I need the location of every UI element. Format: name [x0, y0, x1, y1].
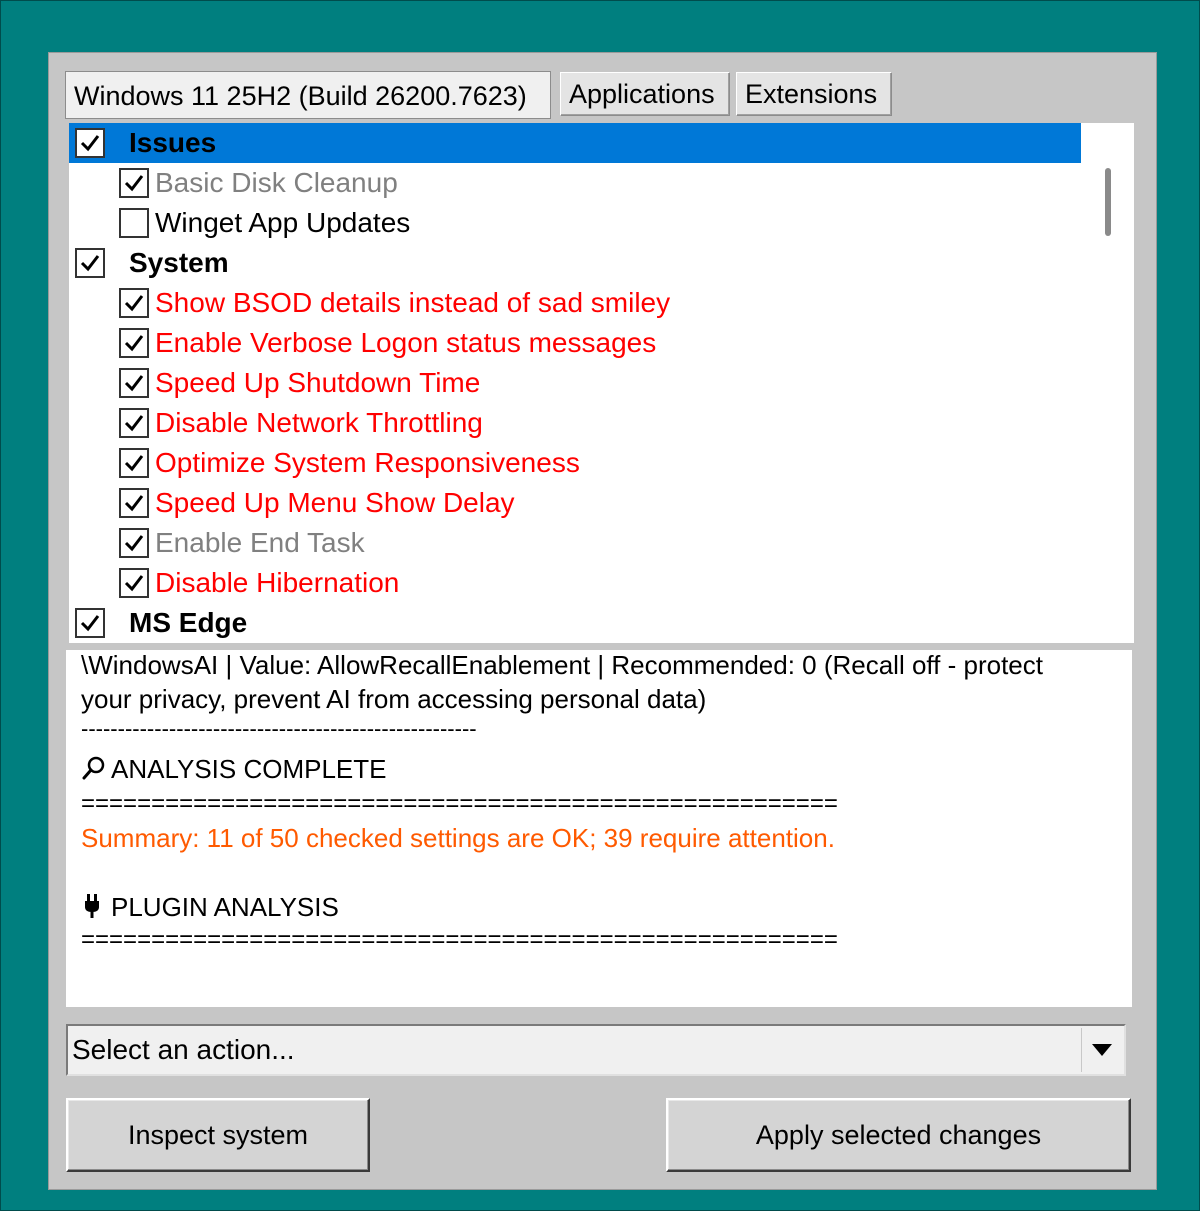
apply-changes-button[interactable]: Apply selected changes [666, 1098, 1131, 1172]
summary-line: Summary: 11 of 50 checked settings are O… [81, 823, 835, 853]
tree-item[interactable]: Speed Up Menu Show Delay [69, 483, 1081, 523]
checkbox[interactable] [75, 608, 105, 638]
log-line: \WindowsAI | Value: AllowRecallEnablemen… [81, 650, 1043, 680]
tree-item-label: Speed Up Shutdown Time [155, 367, 481, 398]
analysis-log: \WindowsAI | Value: AllowRecallEnablemen… [66, 650, 1132, 1007]
log-line: your privacy, prevent AI from accessing … [81, 684, 707, 714]
checkbox[interactable] [75, 128, 105, 158]
tree-item[interactable]: Optimize System Responsiveness [69, 443, 1081, 483]
checkbox[interactable] [119, 168, 149, 198]
tree-item[interactable]: Basic Disk Cleanup [69, 163, 1081, 203]
log-separator: ========================================… [81, 926, 838, 953]
tree-item[interactable]: Disable Network Throttling [69, 403, 1081, 443]
tree-item-label: Disable Hibernation [155, 567, 400, 598]
inspect-system-button[interactable]: Inspect system [66, 1098, 370, 1172]
magnifier-icon [81, 755, 111, 788]
checkbox[interactable] [75, 248, 105, 278]
checkbox[interactable] [119, 528, 149, 558]
checkbox[interactable] [119, 568, 149, 598]
tree-scrollbar[interactable] [1084, 123, 1134, 643]
tree-item[interactable]: Winget App Updates [69, 203, 1081, 243]
action-select-value: Select an action... [72, 1034, 295, 1065]
scrollbar-thumb[interactable] [1105, 168, 1111, 236]
tree-item[interactable]: Disable Hibernation [69, 563, 1081, 603]
log-separator: ========================================… [81, 790, 838, 817]
plugin-heading: PLUGIN ANALYSIS [81, 892, 339, 926]
tree-item-label: Speed Up Menu Show Delay [155, 487, 515, 518]
checkbox[interactable] [119, 208, 149, 238]
settings-tree[interactable]: Issues Basic Disk Cleanup Winget App Updat… [69, 123, 1134, 643]
log-separator: ----------------------------------------… [81, 716, 477, 741]
analysis-heading: ANALYSIS COMPLETE [81, 754, 387, 788]
tree-item[interactable]: Enable End Task [69, 523, 1081, 563]
tab-windows[interactable]: Windows 11 25H2 (Build 26200.7623) [65, 71, 551, 119]
tree-group[interactable]: Issues [69, 123, 1081, 163]
checkbox[interactable] [119, 488, 149, 518]
checkbox[interactable] [119, 368, 149, 398]
checkbox[interactable] [119, 288, 149, 318]
checkbox[interactable] [119, 408, 149, 438]
tree-item-label: Enable Verbose Logon status messages [155, 327, 657, 358]
tree-item[interactable]: Enable Verbose Logon status messages [69, 323, 1081, 363]
checkbox[interactable] [119, 328, 149, 358]
tree-item-label: MS Edge [129, 607, 248, 638]
tree-group[interactable]: MS Edge [69, 603, 1081, 643]
plug-icon [81, 893, 111, 926]
plugin-title: PLUGIN ANALYSIS [111, 892, 339, 922]
tree-group[interactable]: System [69, 243, 1081, 283]
tree-item-label: Optimize System Responsiveness [155, 447, 580, 478]
tree-item[interactable]: Show BSOD details instead of sad smiley [69, 283, 1081, 323]
tree-item-label: System [129, 247, 229, 278]
tree-item-label: Issues [129, 127, 217, 158]
tree-item[interactable]: Speed Up Shutdown Time [69, 363, 1081, 403]
tree-item-label: Disable Network Throttling [155, 407, 483, 438]
tree-item-label: Winget App Updates [155, 207, 411, 238]
checkbox[interactable] [119, 448, 149, 478]
tab-applications[interactable]: Applications [560, 72, 730, 116]
tab-extensions[interactable]: Extensions [736, 72, 892, 116]
tree-item-label: Enable End Task [155, 527, 365, 558]
chevron-down-icon[interactable] [1081, 1028, 1122, 1072]
action-select[interactable]: Select an action... [66, 1024, 1126, 1076]
tree-item-label: Show BSOD details instead of sad smiley [155, 287, 671, 318]
analysis-title: ANALYSIS COMPLETE [111, 754, 387, 784]
tree-item-label: Basic Disk Cleanup [155, 167, 398, 198]
app-window: Windows 11 25H2 (Build 26200.7623) Appli… [48, 52, 1157, 1190]
